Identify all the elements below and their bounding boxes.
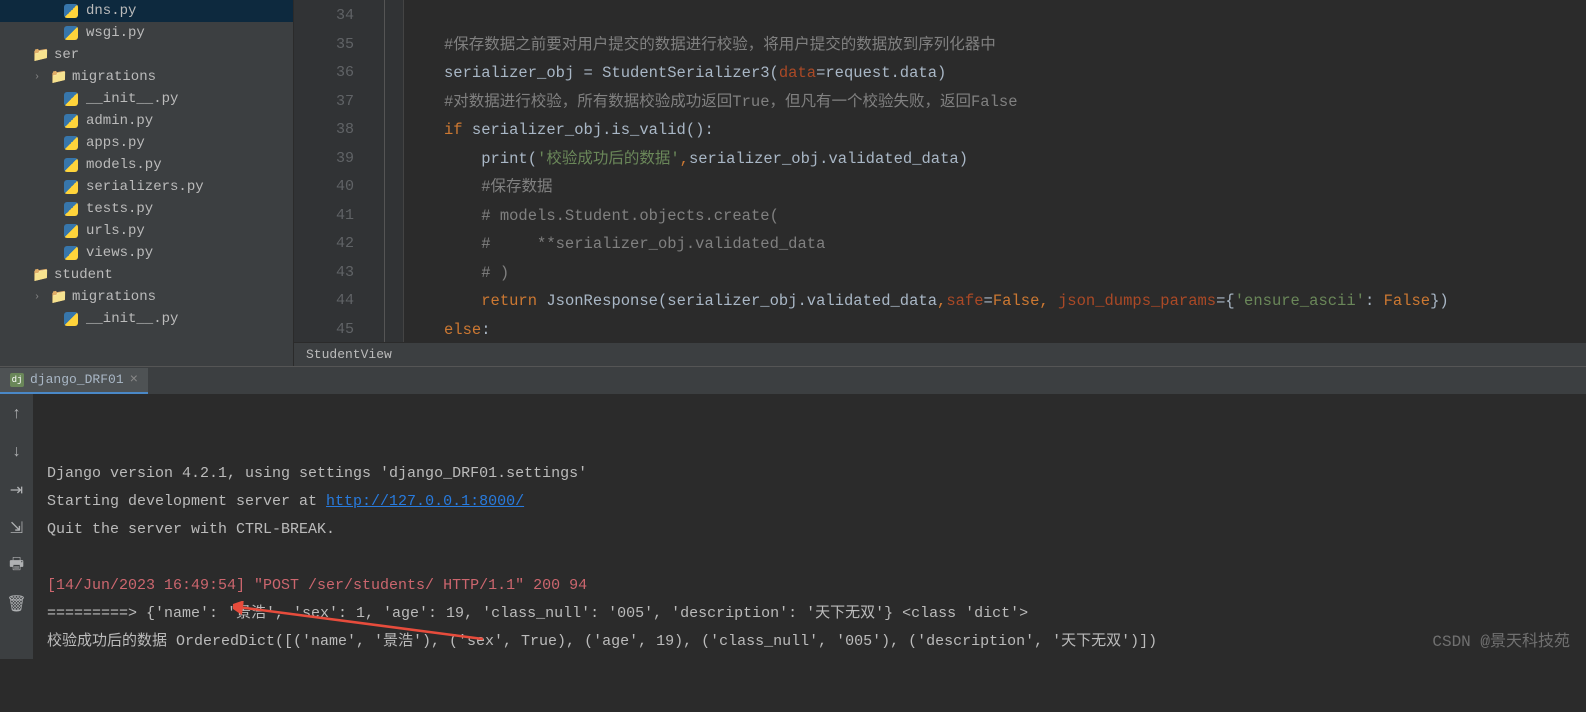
line-number: 44 [294, 287, 354, 316]
line-number: 43 [294, 259, 354, 288]
terminal-line [47, 544, 1572, 572]
terminal-line: Starting development server at http://12… [47, 488, 1572, 516]
folder-icon [50, 69, 68, 85]
tree-label: serializers.py [86, 179, 204, 195]
terminal-line: [14/Jun/2023 16:49:54] "POST /ser/studen… [47, 572, 1572, 600]
tree-item-__init__.py[interactable]: __init__.py [0, 88, 293, 110]
tree-item-wsgi.py[interactable]: wsgi.py [0, 22, 293, 44]
tree-label: __init__.py [86, 311, 178, 327]
tree-label: dns.py [86, 3, 136, 19]
tree-label: views.py [86, 245, 153, 261]
watermark: CSDN @景天科技苑 [1432, 627, 1570, 651]
up-icon[interactable]: ↑ [7, 404, 27, 424]
trash-icon[interactable]: 🗑 [7, 594, 27, 614]
line-number: 38 [294, 116, 354, 145]
python-icon [64, 3, 82, 19]
tree-label: tests.py [86, 201, 153, 217]
tree-label: student [54, 267, 113, 283]
fold-gutter [374, 0, 404, 366]
line-number: 35 [294, 31, 354, 60]
tree-label: wsgi.py [86, 25, 145, 41]
django-icon: dj [10, 373, 24, 387]
run-tabs: dj django_DRF01 × [0, 366, 1586, 394]
python-icon [64, 245, 82, 261]
close-icon[interactable]: × [130, 372, 138, 388]
python-icon [64, 25, 82, 41]
python-icon [64, 223, 82, 239]
python-icon [64, 201, 82, 217]
line-gutter: 343536373839404142434445 [294, 0, 374, 366]
tab-label: django_DRF01 [30, 372, 124, 387]
code-line[interactable]: print('校验成功后的数据',serializer_obj.validate… [444, 145, 1586, 174]
line-number: 41 [294, 202, 354, 231]
terminal-line: 校验成功后的数据 OrderedDict([('name', '景浩'), ('… [47, 628, 1572, 656]
tree-item-__init__.py[interactable]: __init__.py [0, 308, 293, 330]
code-line[interactable] [444, 2, 1586, 31]
tree-item-ser[interactable]: ser [0, 44, 293, 66]
tree-label: admin.py [86, 113, 153, 129]
code-editor[interactable]: 343536373839404142434445 #保存数据之前要对用户提交的数… [294, 0, 1586, 366]
server-url-link[interactable]: http://127.0.0.1:8000/ [326, 493, 524, 510]
tree-item-serializers.py[interactable]: serializers.py [0, 176, 293, 198]
code-line[interactable]: # ) [444, 259, 1586, 288]
scroll-icon[interactable]: ⇲ [7, 518, 27, 538]
chevron-right-icon: › [34, 72, 50, 83]
code-line[interactable]: # **serializer_obj.validated_data [444, 230, 1586, 259]
code-content[interactable]: #保存数据之前要对用户提交的数据进行校验，将用户提交的数据放到序列化器中seri… [404, 0, 1586, 366]
tree-item-models.py[interactable]: models.py [0, 154, 293, 176]
python-icon [64, 179, 82, 195]
tree-label: urls.py [86, 223, 145, 239]
python-icon [64, 135, 82, 151]
python-icon [64, 91, 82, 107]
tree-label: models.py [86, 157, 162, 173]
terminal-output[interactable]: Django version 4.2.1, using settings 'dj… [33, 394, 1586, 659]
tree-item-tests.py[interactable]: tests.py [0, 198, 293, 220]
code-line[interactable]: return JsonResponse(serializer_obj.valid… [444, 287, 1586, 316]
folder-icon [32, 267, 50, 283]
tree-item-admin.py[interactable]: admin.py [0, 110, 293, 132]
tree-item-views.py[interactable]: views.py [0, 242, 293, 264]
folder-icon [50, 289, 68, 305]
line-number: 34 [294, 2, 354, 31]
tree-item-migrations[interactable]: › migrations [0, 66, 293, 88]
code-line[interactable]: #保存数据 [444, 173, 1586, 202]
tree-item-urls.py[interactable]: urls.py [0, 220, 293, 242]
tree-label: migrations [72, 69, 156, 85]
code-line[interactable]: #对数据进行校验，所有数据校验成功返回True，但凡有一个校验失败，返回Fals… [444, 88, 1586, 117]
line-number: 40 [294, 173, 354, 202]
terminal-line: Django version 4.2.1, using settings 'dj… [47, 460, 1572, 488]
tree-label: migrations [72, 289, 156, 305]
python-icon [64, 157, 82, 173]
line-number: 37 [294, 88, 354, 117]
breadcrumb[interactable]: StudentView [294, 342, 1586, 366]
code-line[interactable]: #保存数据之前要对用户提交的数据进行校验，将用户提交的数据放到序列化器中 [444, 31, 1586, 60]
run-tab-django[interactable]: dj django_DRF01 × [0, 368, 148, 394]
down-icon[interactable]: ↓ [7, 442, 27, 462]
code-line[interactable]: # models.Student.objects.create( [444, 202, 1586, 231]
python-icon [64, 311, 82, 327]
line-number: 45 [294, 316, 354, 345]
tree-label: __init__.py [86, 91, 178, 107]
line-number: 42 [294, 230, 354, 259]
wrap-icon[interactable]: ⇥ [7, 480, 27, 500]
code-line[interactable]: else: [444, 316, 1586, 345]
line-number: 36 [294, 59, 354, 88]
tree-item-apps.py[interactable]: apps.py [0, 132, 293, 154]
code-line[interactable]: serializer_obj = StudentSerializer3(data… [444, 59, 1586, 88]
terminal-line: =========> {'name': '景浩', 'sex': 1, 'age… [47, 600, 1572, 628]
tree-item-migrations[interactable]: › migrations [0, 286, 293, 308]
terminal-line: Quit the server with CTRL-BREAK. [47, 516, 1572, 544]
line-number: 39 [294, 145, 354, 174]
tree-label: apps.py [86, 135, 145, 151]
project-tree[interactable]: dns.pywsgi.pyser›migrations__init__.pyad… [0, 0, 294, 366]
folder-icon [32, 47, 50, 63]
print-icon[interactable]: 🖶 [7, 556, 27, 576]
tree-item-student[interactable]: student [0, 264, 293, 286]
tree-label: ser [54, 47, 79, 63]
python-icon [64, 113, 82, 129]
chevron-right-icon: › [34, 292, 50, 303]
terminal-toolbar: ↑ ↓ ⇥ ⇲ 🖶 🗑 [0, 394, 33, 659]
tree-item-dns.py[interactable]: dns.py [0, 0, 293, 22]
code-line[interactable]: if serializer_obj.is_valid(): [444, 116, 1586, 145]
